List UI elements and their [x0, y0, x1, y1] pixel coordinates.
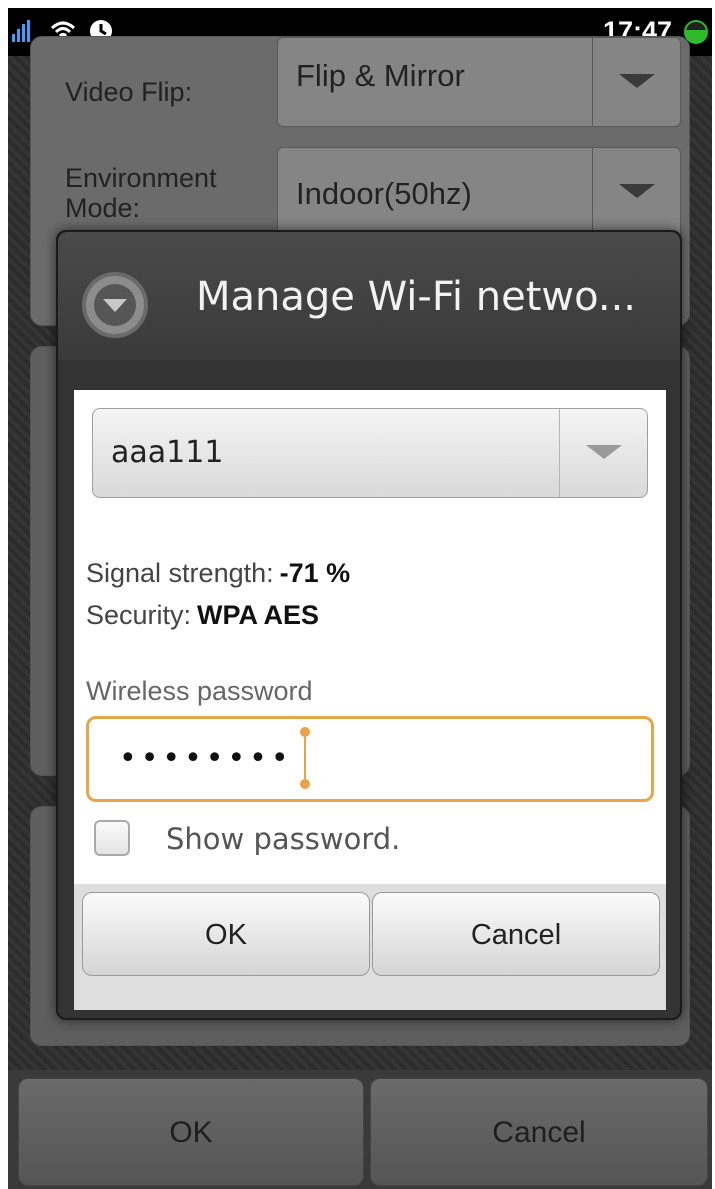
chevron-down-icon — [592, 38, 680, 126]
security-value: WPA AES — [197, 600, 320, 630]
security-label: Security: — [86, 600, 192, 630]
show-password-checkbox[interactable] — [94, 820, 130, 856]
password-field[interactable]: •••••••• — [86, 716, 654, 802]
dropdown-circle-icon — [82, 272, 148, 338]
video-flip-select[interactable]: Flip & Mirror — [277, 37, 681, 127]
dialog-title: Manage Wi-Fi netwo... — [196, 274, 637, 320]
text-cursor-handle[interactable] — [300, 727, 310, 789]
signal-strength-line: Signal strength: -71 % — [86, 558, 350, 589]
bottom-button-bar: OK Cancel — [8, 1070, 712, 1189]
dialog-header: Manage Wi-Fi netwo... — [58, 232, 680, 360]
password-masked-text: •••••••• — [119, 741, 293, 776]
network-select[interactable]: aaa111 — [92, 408, 648, 498]
wifi-dialog: Manage Wi-Fi netwo... aaa111 Signal stre… — [56, 230, 682, 1020]
security-line: Security: WPA AES — [86, 600, 319, 631]
bottom-cancel-button[interactable]: Cancel — [370, 1078, 708, 1186]
signal-strength-label: Signal strength: — [86, 558, 274, 588]
signal-bars-icon — [12, 20, 34, 42]
bottom-ok-button[interactable]: OK — [18, 1078, 364, 1186]
phone-screen: 17:47 Flip & Mirror Video Flip: Environm… — [8, 8, 712, 1189]
dialog-button-bar: OK Cancel — [74, 884, 666, 1010]
dialog-ok-button[interactable]: OK — [82, 892, 370, 976]
network-select-value: aaa111 — [111, 435, 224, 470]
show-password-label[interactable]: Show password. — [166, 822, 400, 856]
video-flip-label: Video Flip: — [65, 77, 193, 107]
environment-mode-value: Indoor(50hz) — [296, 176, 472, 211]
dialog-cancel-button[interactable]: Cancel — [372, 892, 660, 976]
chevron-down-icon — [559, 409, 647, 497]
password-label: Wireless password — [86, 676, 313, 706]
video-flip-value: Flip & Mirror — [296, 58, 465, 93]
dialog-body: aaa111 Signal strength: -71 % Security: WP… — [74, 390, 666, 1010]
environment-mode-label: Environment Mode: — [65, 163, 217, 223]
signal-strength-value: -71 % — [279, 558, 351, 588]
